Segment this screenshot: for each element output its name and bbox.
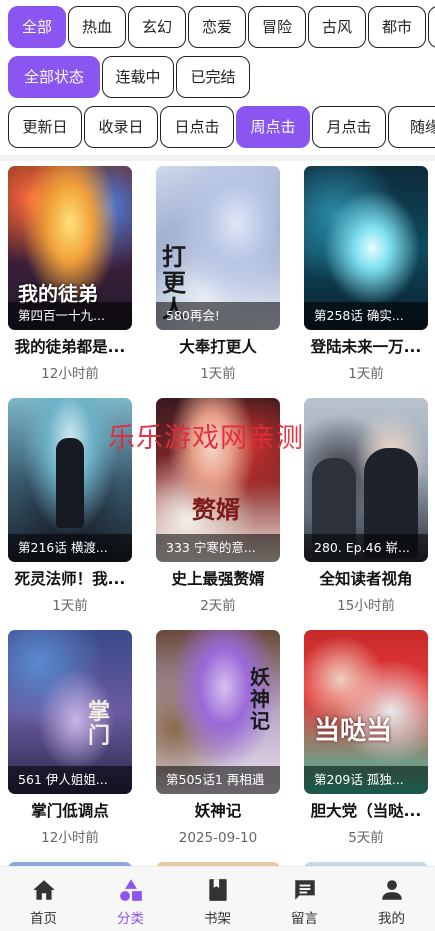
sort-chip-monthly-clicks[interactable]: 月点击 — [312, 106, 386, 148]
comic-cover[interactable]: 当哒当 第209话 孤独... — [304, 630, 428, 794]
comic-cover[interactable]: 280. Ep.46 崭... — [304, 398, 428, 562]
cover-logo: 妖神记 — [250, 665, 270, 733]
episode-label: 280. Ep.46 崭... — [304, 534, 428, 562]
comic-title[interactable]: 死灵法师！我... — [8, 568, 132, 590]
tab-home[interactable]: 首页 — [0, 867, 87, 931]
comic-title[interactable]: 全知读者视角 — [304, 568, 428, 590]
tab-label: 分类 — [117, 911, 144, 927]
genre-chip-ancient[interactable]: 古风 — [308, 6, 366, 48]
cover-logo: 掌门 — [88, 699, 111, 749]
update-time: 2025-09-10 — [178, 830, 258, 846]
tab-category[interactable]: 分类 — [87, 867, 174, 931]
cover-logo: 赘婿 — [192, 495, 240, 524]
watermark-text: 乐乐游戏网亲测 — [108, 423, 304, 454]
profile-icon — [382, 880, 402, 900]
genre-chip-more[interactable] — [428, 6, 435, 48]
comic-title[interactable]: 登陆未来一万... — [304, 336, 428, 358]
comic-cover[interactable]: 我的徒弟 第四百一十九... — [8, 166, 132, 330]
episode-label: 第258话 确实... — [304, 302, 428, 330]
comic-title[interactable]: 我的徒弟都是... — [8, 336, 132, 358]
genre-chip-all[interactable]: 全部 — [8, 6, 66, 48]
sort-chip-random[interactable]: 随缘 — [388, 106, 435, 148]
status-filter-row: 全部状态 连载中 已完结 — [0, 56, 435, 100]
home-icon — [33, 880, 55, 900]
tab-label: 我的 — [378, 911, 405, 927]
comic-grid: 我的徒弟 第四百一十九... 我的徒弟都是... 12小时前 打更人 580再会… — [0, 166, 435, 866]
genre-chip-urban[interactable]: 都市 — [368, 6, 426, 48]
sort-filter-row: 更新日 收录日 日点击 周点击 月点击 随缘 — [0, 106, 435, 150]
comic-cover[interactable]: 第258话 确实... — [304, 166, 428, 330]
tab-label: 书架 — [204, 911, 231, 927]
genre-chip-hot-blood[interactable]: 热血 — [68, 6, 126, 48]
episode-label: 第216话 横渡... — [8, 534, 132, 562]
update-time: 1天前 — [200, 366, 236, 382]
category-icon — [120, 879, 142, 901]
genre-chip-romance[interactable]: 恋爱 — [188, 6, 246, 48]
comic-cover[interactable]: 打更人 580再会! — [156, 166, 280, 330]
genre-chip-fantasy[interactable]: 玄幻 — [128, 6, 186, 48]
sort-chip-daily-clicks[interactable]: 日点击 — [160, 106, 234, 148]
episode-label: 第四百一十九... — [8, 302, 132, 330]
episode-label: 580再会! — [156, 302, 280, 330]
tab-label: 首页 — [30, 911, 57, 927]
episode-label: 561 伊人姐姐... — [8, 766, 132, 794]
episode-label: 第505话1 再相遇 — [156, 766, 280, 794]
status-chip-all[interactable]: 全部状态 — [8, 56, 100, 98]
sort-chip-weekly-clicks[interactable]: 周点击 — [236, 106, 310, 148]
status-chip-completed[interactable]: 已完结 — [176, 56, 250, 98]
sort-chip-update-date[interactable]: 更新日 — [8, 106, 82, 148]
update-time: 15小时前 — [337, 598, 395, 614]
bottom-tab-bar: 首页 分类 书架 留言 我的 — [0, 866, 435, 931]
sort-chip-added-date[interactable]: 收录日 — [84, 106, 158, 148]
section-divider — [0, 155, 435, 161]
update-time: 5天前 — [348, 830, 384, 846]
comic-title[interactable]: 妖神记 — [156, 800, 280, 822]
comic-title[interactable]: 掌门低调点 — [8, 800, 132, 822]
tab-messages[interactable]: 留言 — [261, 867, 348, 931]
comic-title[interactable]: 大奉打更人 — [156, 336, 280, 358]
genre-filter-row: 全部 热血 玄幻 恋爱 冒险 古风 都市 — [0, 6, 435, 50]
cover-logo: 当哒当 — [314, 716, 393, 746]
comic-title[interactable]: 史上最强赘婿 — [156, 568, 280, 590]
update-time: 12小时前 — [41, 366, 99, 382]
tab-label: 留言 — [291, 911, 318, 927]
comic-title[interactable]: 胆大党（当哒... — [304, 800, 428, 822]
tab-profile[interactable]: 我的 — [348, 867, 435, 931]
update-time: 2天前 — [200, 598, 236, 614]
bookshelf-icon — [209, 879, 227, 901]
update-time: 12小时前 — [41, 830, 99, 846]
message-icon — [295, 880, 315, 900]
episode-label: 333 宁寒的意... — [156, 534, 280, 562]
genre-chip-adventure[interactable]: 冒险 — [248, 6, 306, 48]
update-time: 1天前 — [52, 598, 88, 614]
status-chip-ongoing[interactable]: 连载中 — [102, 56, 174, 98]
update-time: 1天前 — [348, 366, 384, 382]
comic-cover[interactable]: 掌门 561 伊人姐姐... — [8, 630, 132, 794]
comic-cover[interactable]: 妖神记 第505话1 再相遇 — [156, 630, 280, 794]
episode-label: 第209话 孤独... — [304, 766, 428, 794]
tab-bookshelf[interactable]: 书架 — [174, 867, 261, 931]
